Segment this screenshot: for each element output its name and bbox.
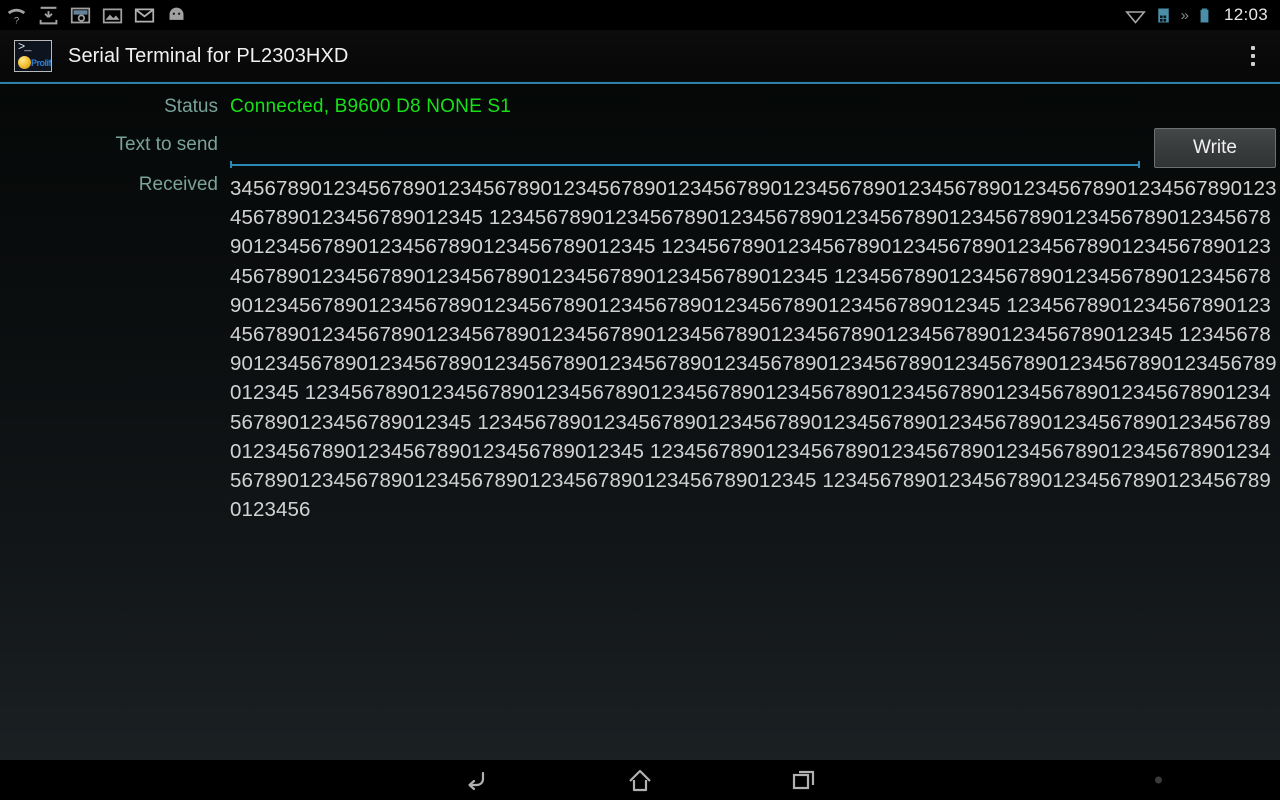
home-button[interactable] xyxy=(613,760,667,800)
android-screen: ? » 12:03 >_ Prolif Serial Terminal for … xyxy=(0,0,1280,800)
screenshot-icon xyxy=(70,5,91,26)
system-status-bar: ? » 12:03 xyxy=(0,0,1280,30)
svg-text:?: ? xyxy=(14,15,19,26)
cell-signal-icon xyxy=(1153,5,1174,26)
text-to-send-label: Text to send xyxy=(115,134,218,155)
write-button[interactable]: Write xyxy=(1154,128,1276,168)
overflow-dot-icon xyxy=(1251,62,1255,66)
back-arrow-icon xyxy=(468,771,485,791)
text-to-send-input[interactable] xyxy=(230,132,1140,166)
battery-icon xyxy=(1194,5,1215,26)
system-navigation-bar xyxy=(0,760,1280,800)
wifi-signal-icon xyxy=(1124,5,1146,26)
wifi-question-icon: ? xyxy=(6,5,27,26)
status-bar-clock: 12:03 xyxy=(1223,5,1268,24)
connection-status-value: Connected, B9600 D8 NONE S1 xyxy=(230,96,512,117)
download-tray-icon xyxy=(38,5,59,26)
text-to-send-row: Text to send Write xyxy=(0,128,1280,168)
icon-orb xyxy=(18,56,31,69)
terminal-prompt-glyph: >_ xyxy=(18,40,31,54)
received-row: Received 3456789012345678901234567890123… xyxy=(0,174,1280,524)
app-action-bar: >_ Prolific Serial Terminal for PL2303HX… xyxy=(0,30,1280,82)
received-text-area[interactable]: 3456789012345678901234567890123456789012… xyxy=(230,174,1280,524)
back-button[interactable] xyxy=(449,760,503,800)
recent-apps-icon xyxy=(792,770,815,790)
field-tick-right-icon xyxy=(1138,161,1140,168)
overflow-dot-icon xyxy=(1251,46,1255,50)
home-icon xyxy=(629,769,651,792)
status-row: Status Connected, B9600 D8 NONE S1 xyxy=(0,96,1280,118)
icon-brand-text: Prolific xyxy=(31,58,52,68)
field-tick-left-icon xyxy=(230,161,232,168)
main-content: Status Connected, B9600 D8 NONE S1 Text … xyxy=(0,84,1280,760)
status-bar-notifications[interactable]: ? xyxy=(6,5,187,26)
overflow-menu-button[interactable] xyxy=(1236,36,1270,76)
android-icon xyxy=(166,5,187,26)
recent-apps-button[interactable] xyxy=(777,760,831,800)
status-label: Status xyxy=(164,96,218,117)
overflow-dot-icon xyxy=(1251,54,1255,58)
nav-indicator-dot-icon xyxy=(1155,776,1162,784)
status-bar-system-icons[interactable]: » 12:03 xyxy=(1124,5,1272,26)
gmail-icon xyxy=(134,5,155,26)
gallery-icon xyxy=(102,5,123,26)
chevrons-icon: » xyxy=(1180,6,1189,24)
serial-terminal-app-icon: >_ Prolific xyxy=(14,40,52,72)
page-title: Serial Terminal for PL2303HXD xyxy=(68,44,349,67)
text-to-send-field-wrapper xyxy=(230,132,1140,168)
received-label: Received xyxy=(138,174,218,195)
